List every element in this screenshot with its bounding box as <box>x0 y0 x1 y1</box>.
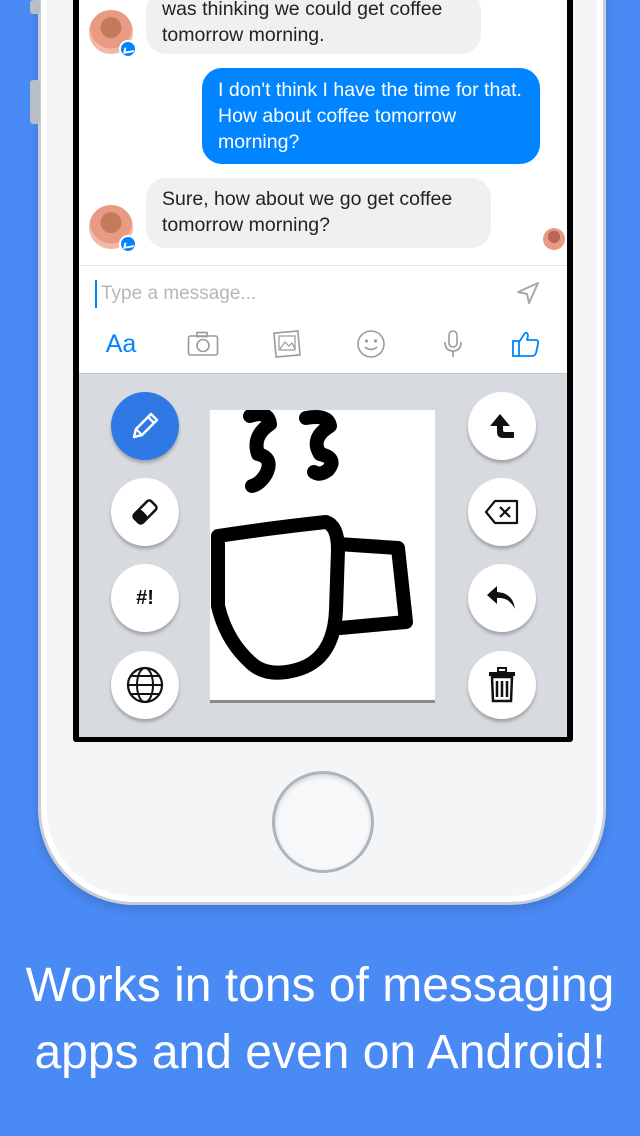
caption-line: apps and even on Android! <box>34 1026 606 1079</box>
thumbs-up-icon[interactable] <box>509 326 543 362</box>
contact-avatar[interactable] <box>89 10 137 58</box>
messenger-badge-icon <box>119 40 137 58</box>
drawing-canvas[interactable] <box>210 407 435 703</box>
read-receipt-avatar <box>543 228 565 250</box>
phone-screen: was thinking we could get coffee tomorro… <box>73 0 573 742</box>
coffee-doodle <box>211 407 413 680</box>
composer-toolbar: Aa <box>79 326 567 366</box>
outgoing-message-bubble[interactable]: I don't think I have the time for that. … <box>202 68 540 164</box>
caption-line: Works in tons of messaging <box>25 959 615 1012</box>
mute-switch <box>30 0 40 14</box>
gallery-icon[interactable] <box>270 326 304 362</box>
undo-button[interactable] <box>468 564 536 632</box>
trash-button[interactable] <box>468 651 536 719</box>
message-composer: Aa <box>79 265 567 373</box>
incoming-message-bubble[interactable]: was thinking we could get coffee tomorro… <box>146 0 481 54</box>
contact-avatar[interactable] <box>89 205 137 253</box>
pencil-icon <box>132 412 159 439</box>
symbols-label: #! <box>136 586 154 609</box>
globe-button[interactable] <box>111 651 179 719</box>
marketing-caption: Works in tons of messaging apps and even… <box>0 952 640 1086</box>
eraser-tool-button[interactable] <box>111 478 179 546</box>
shift-arrow-icon <box>490 414 514 438</box>
emoji-icon[interactable] <box>354 326 388 362</box>
volume-button <box>30 80 40 124</box>
symbols-button[interactable]: #! <box>111 564 179 632</box>
globe-icon <box>126 666 164 704</box>
messenger-badge-icon <box>119 235 137 253</box>
message-text: was thinking we could get coffee <box>162 0 443 20</box>
message-text: tomorrow morning. <box>162 24 325 46</box>
message-text: Sure, how about we go get coffee tomorro… <box>162 188 453 236</box>
drawing-keyboard: #! <box>79 373 567 737</box>
text-format-button[interactable]: Aa <box>101 326 141 362</box>
backspace-icon <box>484 499 519 525</box>
shift-button[interactable] <box>468 392 536 460</box>
message-text: I don't think I have the time for that. … <box>218 79 522 153</box>
send-icon[interactable] <box>515 280 541 306</box>
backspace-button[interactable] <box>468 478 536 546</box>
pencil-tool-button[interactable] <box>111 392 179 460</box>
message-input[interactable] <box>95 280 495 308</box>
undo-icon <box>487 586 515 609</box>
trash-icon <box>489 667 515 703</box>
home-button[interactable] <box>272 771 374 873</box>
camera-icon[interactable] <box>186 326 220 362</box>
eraser-icon <box>132 499 158 525</box>
messenger-app: was thinking we could get coffee tomorro… <box>79 0 567 737</box>
microphone-icon[interactable] <box>441 326 465 362</box>
incoming-message-bubble[interactable]: Sure, how about we go get coffee tomorro… <box>146 178 491 248</box>
